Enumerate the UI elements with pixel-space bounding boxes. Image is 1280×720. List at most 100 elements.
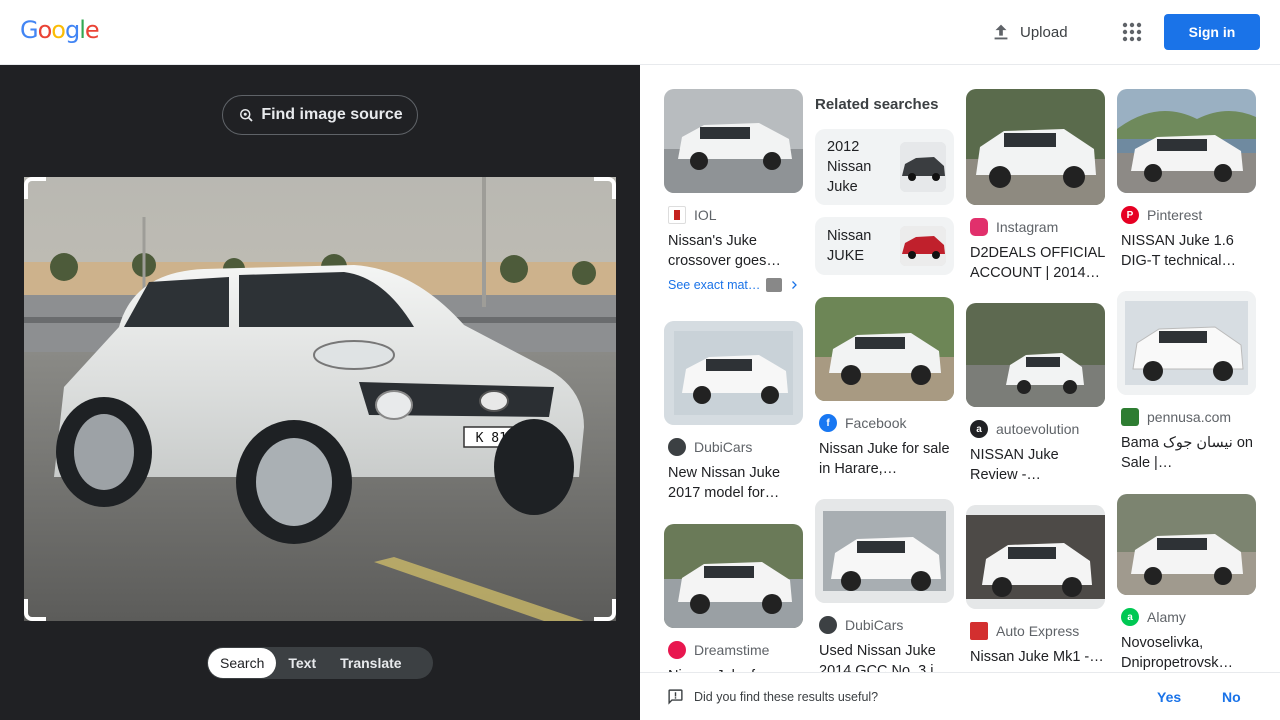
source-name: pennusa.com	[1147, 409, 1232, 425]
result-title[interactable]: NISSAN Juke 1.6 DIG-T technical…	[1117, 231, 1256, 271]
google-logo[interactable]: Google	[20, 16, 100, 44]
dubicars-icon	[668, 438, 686, 456]
query-car-photo: K 81482	[24, 177, 616, 621]
car-thumbnail	[1117, 494, 1256, 595]
result-thumbnail[interactable]	[1117, 291, 1256, 395]
related-search-thumbnail	[900, 226, 946, 266]
source-name: Instagram	[996, 219, 1059, 235]
result-source: IOL	[664, 205, 803, 225]
result-thumbnail[interactable]	[815, 297, 954, 401]
car-thumbnail	[966, 303, 1105, 407]
result-card[interactable]: a autoevolution NISSAN Juke Review -…	[966, 303, 1105, 485]
feedback-question: Did you find these results useful?	[694, 689, 879, 704]
pennusa-icon	[1121, 408, 1139, 426]
result-source: a Alamy	[1117, 607, 1256, 627]
result-thumbnail[interactable]	[966, 89, 1105, 205]
result-title[interactable]: Novoselivka, Dnipropetrovsk…	[1117, 633, 1256, 673]
tab-text[interactable]: Text	[276, 648, 328, 678]
result-source: f Facebook	[815, 413, 954, 433]
result-source: P Pinterest	[1117, 205, 1256, 225]
logo-letter: G	[20, 16, 39, 44]
crop-handle-top-left[interactable]	[24, 177, 46, 199]
result-thumbnail[interactable]	[1117, 89, 1256, 193]
result-title[interactable]: Nissan's Juke crossover goes…	[664, 231, 803, 271]
see-exact-matches-label: See exact mat…	[668, 278, 761, 292]
result-thumbnail[interactable]	[1117, 494, 1256, 595]
source-name: IOL	[694, 207, 717, 223]
result-card[interactable]: f Facebook Nissan Juke for sale in Harar…	[815, 297, 954, 479]
related-search-chip[interactable]: 2012 Nissan Juke	[815, 129, 954, 205]
result-thumbnail[interactable]	[966, 303, 1105, 407]
result-thumbnail[interactable]	[815, 499, 954, 603]
result-card[interactable]: P Pinterest NISSAN Juke 1.6 DIG-T techni…	[1117, 89, 1256, 271]
upload-button[interactable]: Upload	[990, 18, 1068, 46]
tab-search[interactable]: Search	[208, 648, 277, 678]
feedback-yes-button[interactable]: Yes	[1157, 689, 1181, 705]
query-image[interactable]: K 81482	[24, 177, 616, 621]
result-source: DubiCars	[664, 437, 803, 457]
logo-letter: o	[51, 16, 66, 44]
result-card[interactable]: DubiCars Used Nissan Juke 2014 GCC No. 3…	[815, 499, 954, 681]
result-card[interactable]: Dreamstime Nissan Juke for…	[664, 524, 803, 686]
result-title[interactable]: NISSAN Juke Review -…	[966, 445, 1105, 485]
crop-handle-top-right[interactable]	[594, 177, 616, 199]
result-card[interactable]: Auto Express Nissan Juke Mk1 -…	[966, 505, 1105, 667]
result-card[interactable]: Instagram D2DEALS OFFICIAL ACCOUNT | 201…	[966, 89, 1105, 283]
tab-translate[interactable]: Translate	[328, 648, 413, 678]
result-card[interactable]: IOL Nissan's Juke crossover goes…	[664, 89, 803, 271]
facebook-icon: f	[819, 414, 837, 432]
feedback-icon	[668, 689, 683, 705]
result-title[interactable]: D2DEALS OFFICIAL ACCOUNT | 2014…	[966, 243, 1105, 283]
logo-letter: o	[37, 16, 53, 44]
instagram-icon	[970, 218, 988, 236]
source-name: Dreamstime	[694, 642, 770, 658]
lens-query-pane: Find image source K Search Text Translat…	[0, 65, 640, 720]
related-search-chip[interactable]: Nissan JUKE	[815, 217, 954, 275]
see-exact-matches-link[interactable]: See exact mat…	[668, 278, 800, 292]
car-thumbnail	[966, 505, 1105, 609]
result-source: a autoevolution	[966, 419, 1105, 439]
autoevolution-icon: a	[970, 420, 988, 438]
alamy-icon: a	[1121, 608, 1139, 626]
autoexpress-icon	[970, 622, 988, 640]
source-name: Pinterest	[1147, 207, 1203, 223]
result-title[interactable]: Nissan Juke for sale in Harare,…	[815, 439, 954, 479]
result-source: DubiCars	[815, 615, 954, 635]
result-card[interactable]: a Alamy Novoselivka, Dnipropetrovsk…	[1117, 494, 1256, 673]
crop-handle-bottom-right[interactable]	[594, 599, 616, 621]
exact-match-thumbnail	[766, 278, 783, 292]
dubicars-icon	[819, 616, 837, 634]
result-card[interactable]: DubiCars New Nissan Juke 2017 model for…	[664, 321, 803, 503]
related-search-thumbnail	[900, 142, 946, 192]
related-search-label: Nissan JUKE	[827, 228, 872, 264]
car-thumbnail	[815, 297, 954, 401]
car-thumbnail	[1117, 89, 1256, 193]
find-image-source-button[interactable]: Find image source	[222, 95, 418, 135]
upload-icon	[994, 24, 1008, 40]
pinterest-icon: P	[1121, 206, 1139, 224]
source-name: DubiCars	[845, 617, 904, 633]
source-name: Facebook	[845, 415, 907, 431]
result-source: pennusa.com	[1117, 407, 1256, 427]
result-title[interactable]: New Nissan Juke 2017 model for…	[664, 463, 803, 503]
find-image-source-label: Find image source	[261, 106, 403, 123]
result-title[interactable]: Bama نیسان جوک on Sale |…	[1117, 433, 1256, 473]
result-thumbnail[interactable]	[664, 524, 803, 628]
sign-in-button[interactable]: Sign in	[1164, 14, 1260, 50]
apps-grid-icon[interactable]	[1120, 20, 1144, 44]
result-card[interactable]: pennusa.com Bama نیسان جوک on Sale |…	[1117, 291, 1256, 473]
related-search-label: 2012 Nissan Juke	[827, 139, 872, 195]
crop-handle-bottom-left[interactable]	[24, 599, 46, 621]
result-thumbnail[interactable]	[966, 505, 1105, 609]
source-name: autoevolution	[996, 421, 1080, 437]
car-thumbnail	[815, 499, 954, 603]
result-thumbnail[interactable]	[664, 89, 803, 193]
car-thumbnail	[664, 89, 803, 193]
feedback-no-button[interactable]: No	[1222, 689, 1241, 705]
source-name: Alamy	[1147, 609, 1186, 625]
result-title[interactable]: Nissan Juke Mk1 -…	[966, 647, 1105, 667]
iol-icon	[668, 206, 686, 224]
result-source: Dreamstime	[664, 640, 803, 660]
lens-search-icon	[240, 109, 253, 122]
result-thumbnail[interactable]	[664, 321, 803, 425]
